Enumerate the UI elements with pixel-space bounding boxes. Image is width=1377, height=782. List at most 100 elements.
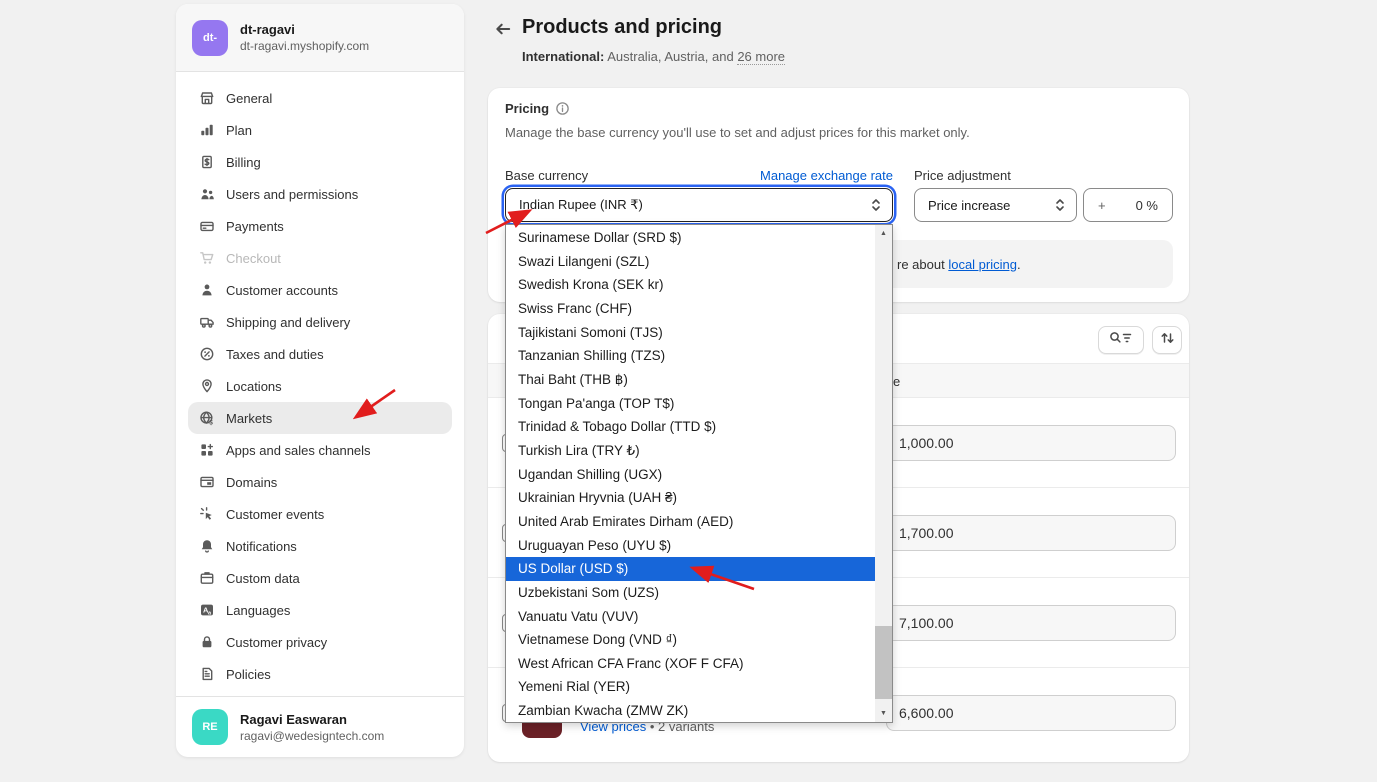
globe-dollar-icon: $ [198,410,216,426]
store-domain: dt-ragavi.myshopify.com [240,39,369,53]
sidebar-item-payments[interactable]: Payments [188,210,452,242]
sidebar-item-notifications[interactable]: Notifications [188,530,452,562]
market-name: International: [522,49,604,64]
svg-text:$: $ [209,419,213,426]
sidebar-item-label: Markets [226,411,272,426]
sidebar-item-policies[interactable]: Policies [188,658,452,690]
sidebar-item-label: Custom data [226,571,300,586]
select-chevrons-icon [870,197,882,213]
sort-button[interactable] [1152,326,1182,354]
data-box-icon [198,570,216,586]
bell-icon [198,538,216,554]
adjustment-percent-input[interactable]: + 0 % [1083,188,1173,222]
base-currency-select[interactable]: Indian Rupee (INR ₹) [505,188,893,222]
sort-arrows-icon [1160,331,1175,350]
sidebar-item-markets[interactable]: $ Markets [188,402,452,434]
price-adjustment-label: Price adjustment [914,168,1011,183]
document-icon [198,666,216,682]
currency-option[interactable]: Tanzanian Shilling (TZS) [506,344,875,368]
search-filter-button[interactable] [1098,326,1144,354]
currency-option[interactable]: Ugandan Shilling (UGX) [506,463,875,487]
currency-option[interactable]: Surinamese Dollar (SRD $) [506,226,875,250]
sidebar-item-taxes-and-duties[interactable]: Taxes and duties [188,338,452,370]
currency-option[interactable]: Uzbekistani Som (UZS) [506,581,875,605]
sidebar-item-apps-and-sales-channels[interactable]: Apps and sales channels [188,434,452,466]
local-pricing-link[interactable]: local pricing [948,257,1017,272]
sidebar-item-label: Checkout [226,251,281,266]
sidebar-item-customer-privacy[interactable]: Customer privacy [188,626,452,658]
currency-option[interactable]: Swazi Lilangeni (SZL) [506,250,875,274]
currency-option[interactable]: Thai Baht (THB ฿) [506,368,875,392]
more-countries-link[interactable]: 26 more [737,49,785,65]
user-meta: Ragavi Easwaran ragavi@wedesigntech.com [240,712,384,743]
sidebar-item-label: Shipping and delivery [226,315,350,330]
currency-option[interactable]: Vietnamese Dong (VND ₫) [506,628,875,652]
sidebar-item-languages[interactable]: Aa Languages [188,594,452,626]
currency-option[interactable]: Swedish Krona (SEK kr) [506,273,875,297]
sidebar-item-users-and-permissions[interactable]: Users and permissions [188,178,452,210]
account-footer[interactable]: RE Ragavi Easwaran ragavi@wedesigntech.c… [176,696,464,757]
sidebar-item-customer-accounts[interactable]: Customer accounts [188,274,452,306]
user-name: Ragavi Easwaran [240,712,384,727]
scroll-up-icon[interactable]: ▲ [875,225,892,242]
back-arrow-icon [494,20,512,43]
store-meta: dt-ragavi dt-ragavi.myshopify.com [240,22,369,53]
dropdown-scrollbar[interactable]: ▲ ▼ [875,225,892,722]
store-icon [198,90,216,106]
currency-option-list: Surinamese Dollar (SRD $)Swazi Lilangeni… [506,226,875,722]
back-button[interactable] [492,20,514,42]
currency-option[interactable]: Ukrainian Hryvnia (UAH ₴) [506,486,875,510]
store-switcher[interactable]: dt- dt-ragavi dt-ragavi.myshopify.com [176,4,464,72]
currency-option[interactable]: Tajikistani Somoni (TJS) [506,321,875,345]
pricing-card-title: Pricing [505,101,570,116]
users-icon [198,186,216,202]
price-input[interactable]: 7,100.00 [886,605,1176,641]
currency-option[interactable]: Trinidad & Tobago Dollar (TTD $) [506,415,875,439]
sidebar-item-customer-events[interactable]: Customer events [188,498,452,530]
info-icon[interactable] [555,101,570,116]
currency-option[interactable]: Zambian Kwacha (ZMW ZK) [506,699,875,722]
pricing-title-text: Pricing [505,101,549,116]
sidebar-item-custom-data[interactable]: Custom data [188,562,452,594]
currency-option[interactable]: Vanuatu Vatu (VUV) [506,605,875,629]
checkout-cart-icon [198,250,216,266]
currency-option[interactable]: Uruguayan Peso (UYU $) [506,534,875,558]
sidebar-item-label: Languages [226,603,290,618]
sidebar-item-label: Taxes and duties [226,347,324,362]
cursor-spark-icon [198,506,216,522]
sidebar-item-checkout: Checkout [188,242,452,274]
sidebar-item-locations[interactable]: Locations [188,370,452,402]
price-input[interactable]: 1,700.00 [886,515,1176,551]
settings-nav: GeneralPlanBillingUsers and permissions P… [176,72,464,690]
currency-option[interactable]: West African CFA Franc (XOF F CFA) [506,652,875,676]
shopify-settings-products-pricing: dt- dt-ragavi dt-ragavi.myshopify.com Ge… [0,0,1377,782]
sidebar-item-domains[interactable]: Domains [188,466,452,498]
currency-option[interactable]: United Arab Emirates Dirham (AED) [506,510,875,534]
sidebar-item-label: Apps and sales channels [226,443,371,458]
translate-icon: Aa [198,602,216,618]
sidebar-item-general[interactable]: General [188,82,452,114]
lock-icon [198,634,216,650]
sidebar-item-plan[interactable]: Plan [188,114,452,146]
currency-option[interactable]: Swiss Franc (CHF) [506,297,875,321]
sidebar-item-shipping-and-delivery[interactable]: Shipping and delivery [188,306,452,338]
currency-option[interactable]: Tongan Pa'anga (TOP T$) [506,392,875,416]
store-avatar: dt- [192,20,228,56]
tax-icon [198,346,216,362]
price-input[interactable]: 6,600.00 [886,695,1176,731]
scrollbar-thumb[interactable] [875,626,892,699]
scroll-down-icon[interactable]: ▼ [875,705,892,722]
price-input[interactable]: 1,000.00 [886,425,1176,461]
base-currency-value: Indian Rupee (INR ₹) [519,197,643,213]
currency-option[interactable]: Turkish Lira (TRY ₺) [506,439,875,463]
user-email: ragavi@wedesigntech.com [240,729,384,743]
currency-option[interactable]: Yemeni Rial (YER) [506,675,875,699]
sidebar-item-label: Customer privacy [226,635,327,650]
page-title: Products and pricing [522,16,722,39]
adjustment-type-select[interactable]: Price increase [914,188,1077,222]
sidebar-item-label: Payments [226,219,284,234]
currency-option-selected[interactable]: US Dollar (USD $) [506,557,875,581]
manage-exchange-rate-link[interactable]: Manage exchange rate [760,168,893,183]
billing-icon [198,154,216,170]
sidebar-item-billing[interactable]: Billing [188,146,452,178]
